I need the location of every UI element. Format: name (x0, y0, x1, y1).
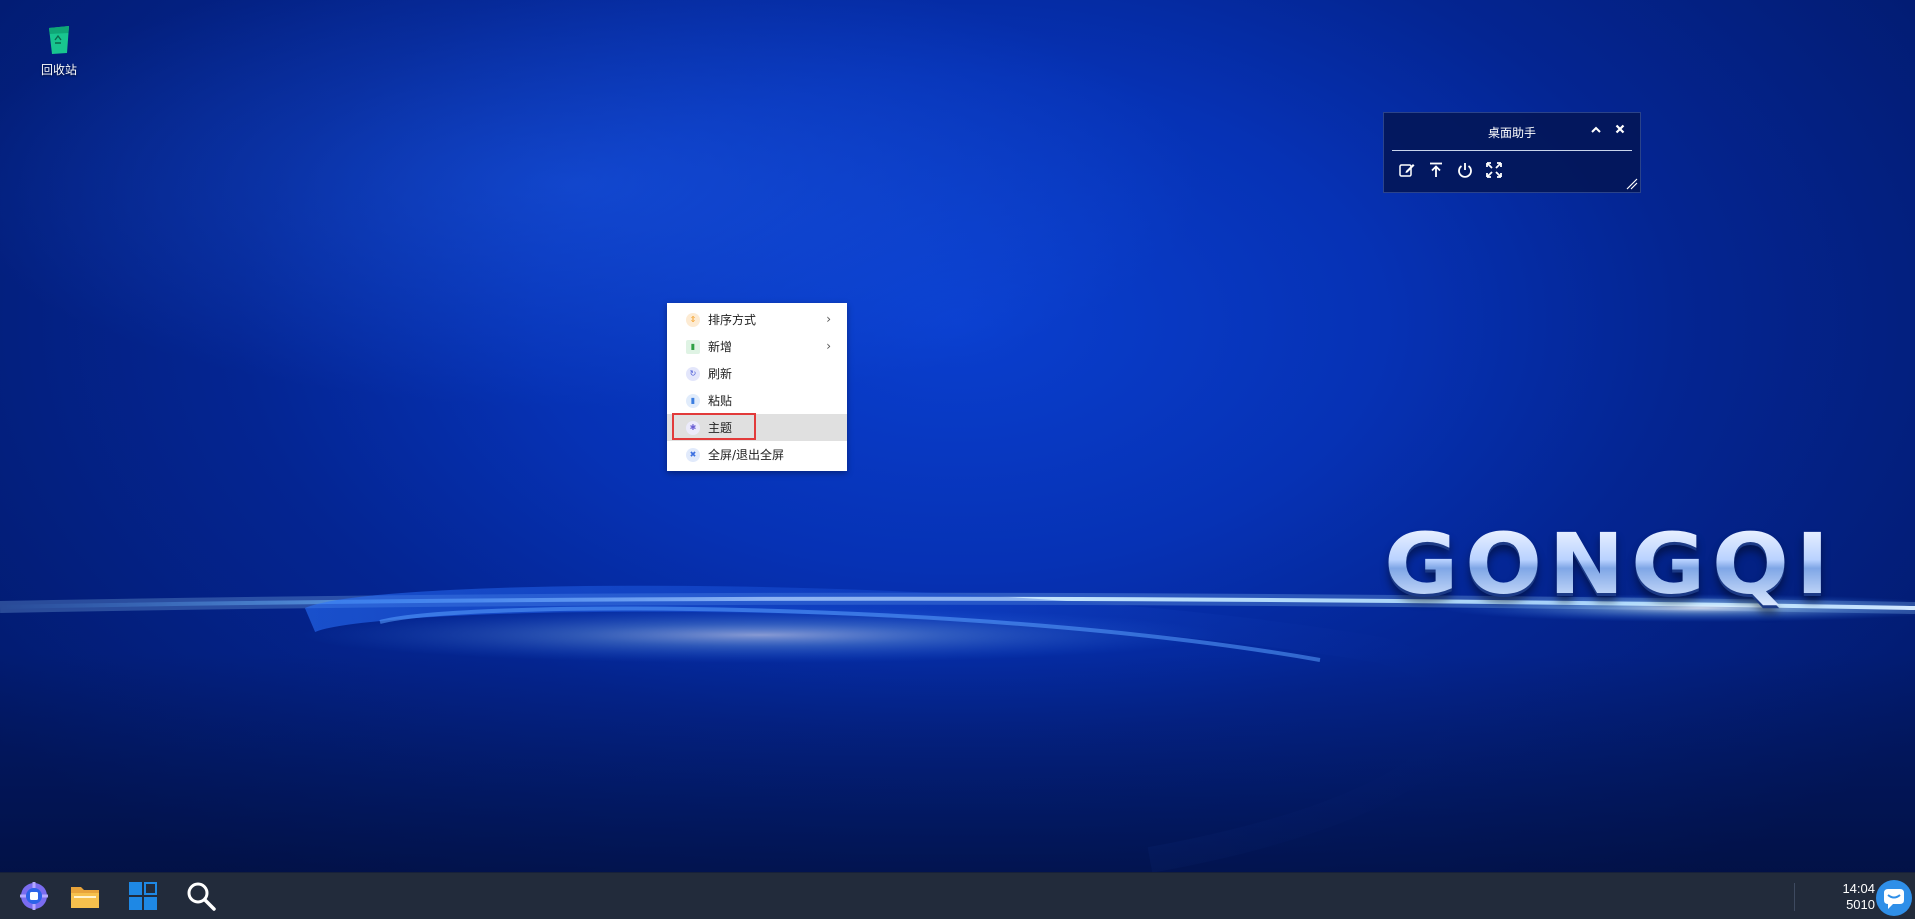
expand-icon[interactable] (1485, 161, 1503, 179)
clock-date: 5010 (1846, 897, 1875, 912)
menu-item-sort[interactable]: ⇕ 排序方式 › (667, 306, 847, 333)
menu-item-label: 全屏/退出全屏 (708, 448, 785, 462)
recycle-bin-icon (49, 26, 69, 54)
folder-icon[interactable] (69, 880, 101, 912)
menu-item-label: 新增 (708, 340, 733, 354)
edit-icon[interactable] (1398, 161, 1416, 179)
refresh-icon: ↻ (686, 366, 700, 381)
new-file-icon: ▮ (686, 339, 700, 354)
clock-time: 14:04 (1842, 881, 1875, 896)
desktop[interactable]: 回收站 GONGQI 桌面助手 ⇕ 排序方式 › ▮ 新增 › ↻ 刷新 ▮ 粘… (0, 0, 1915, 919)
tray-separator (1794, 883, 1795, 911)
sort-icon: ⇕ (686, 312, 700, 327)
chevron-up-icon[interactable] (1588, 123, 1604, 139)
search-icon[interactable] (185, 880, 217, 912)
menu-item-label: 排序方式 (708, 313, 757, 327)
desktop-icon-recycle-bin[interactable]: 回收站 (30, 22, 88, 78)
menu-item-label: 刷新 (708, 367, 733, 381)
desktop-helper-widget[interactable]: 桌面助手 (1383, 112, 1641, 193)
menu-item-label: 主题 (708, 421, 733, 435)
resize-handle-icon[interactable] (1626, 178, 1638, 190)
helper-header[interactable]: 桌面助手 (1392, 113, 1632, 151)
paste-icon: ▮ (686, 393, 700, 408)
menu-item-refresh[interactable]: ↻ 刷新 (667, 360, 847, 387)
brand-logo: GONGQI (1384, 515, 1836, 613)
taskbar: 14:04 5010 (0, 872, 1915, 919)
menu-item-paste[interactable]: ▮ 粘贴 (667, 387, 847, 414)
menu-item-label: 粘贴 (708, 394, 733, 408)
menu-item-theme[interactable]: ✱ 主题 (667, 413, 847, 441)
chevron-right-icon: › (826, 312, 831, 326)
menu-item-fullscreen[interactable]: ✖ 全屏/退出全屏 (667, 441, 847, 468)
helper-toolbar (1398, 161, 1503, 179)
chevron-right-icon: › (826, 339, 831, 353)
menu-item-new[interactable]: ▮ 新增 › (667, 333, 847, 360)
windows-grid-icon[interactable] (127, 880, 159, 912)
start-menu-icon[interactable] (18, 880, 50, 912)
close-icon[interactable] (1612, 123, 1628, 139)
arrow-to-top-icon[interactable] (1427, 161, 1445, 179)
theme-icon: ✱ (686, 420, 700, 435)
chat-icon[interactable] (1875, 879, 1913, 917)
fullscreen-icon: ✖ (686, 447, 700, 462)
system-clock[interactable]: 14:04 5010 (1805, 881, 1875, 913)
desktop-icon-label: 回收站 (40, 63, 77, 77)
context-menu: ⇕ 排序方式 › ▮ 新增 › ↻ 刷新 ▮ 粘贴 ✱ 主题 ✖ 全屏/退出全屏 (667, 303, 847, 471)
power-icon[interactable] (1456, 161, 1474, 179)
